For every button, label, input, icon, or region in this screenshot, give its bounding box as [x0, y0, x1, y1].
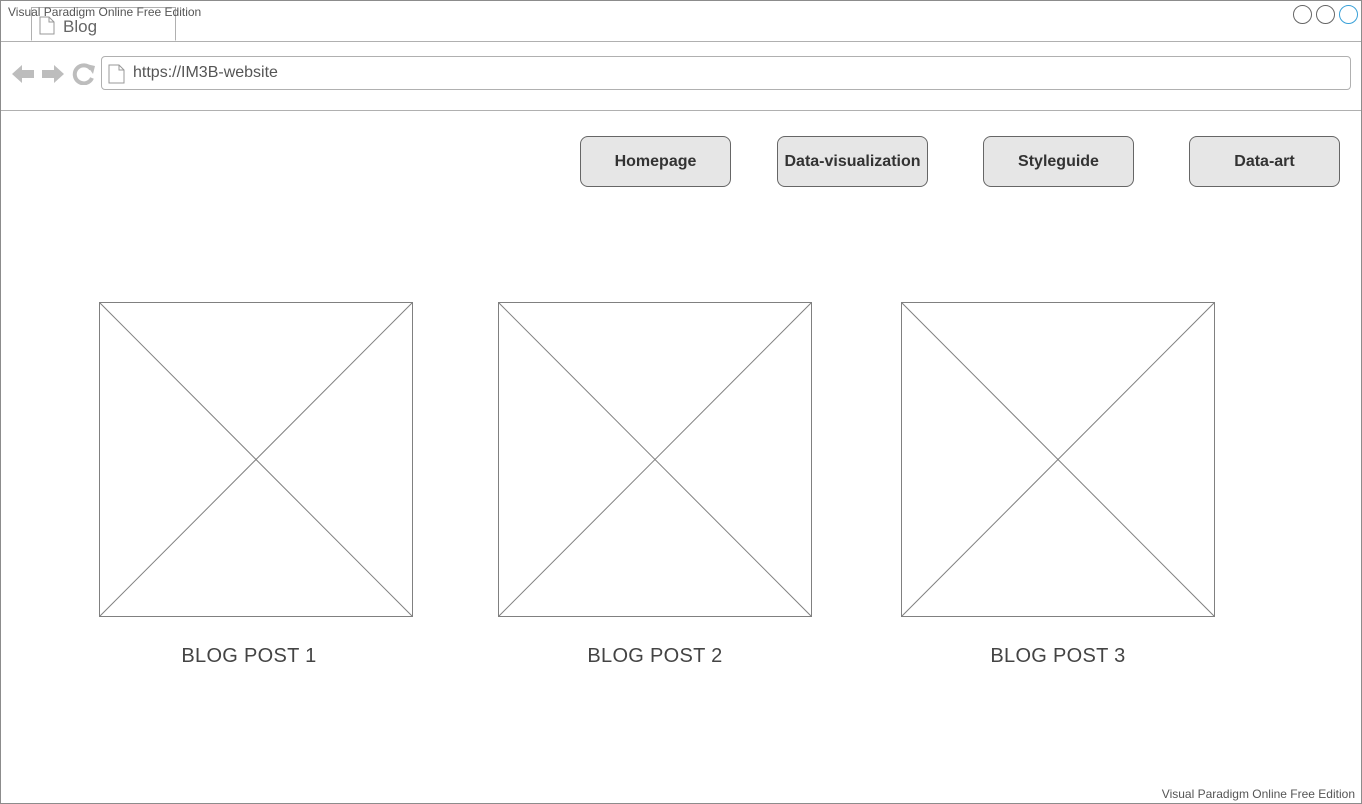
page-icon [108, 64, 125, 84]
browser-toolbar: https://IM3B-website [1, 42, 1361, 111]
image-placeholder-icon [901, 302, 1215, 617]
blog-post-title[interactable]: BLOG POST 2 [505, 645, 805, 668]
blog-post-card-2[interactable]: BLOG POST 2 [498, 302, 812, 667]
back-arrow-icon[interactable] [11, 63, 35, 85]
blog-post-title[interactable]: BLOG POST 1 [99, 645, 399, 668]
watermark-top: Visual Paradigm Online Free Edition [8, 5, 202, 19]
blog-post-card-1[interactable]: BLOG POST 1 [99, 302, 413, 667]
address-bar[interactable]: https://IM3B-website [101, 56, 1351, 90]
nav-button-styleguide[interactable]: Styleguide [983, 136, 1134, 187]
minimize-control-icon[interactable] [1293, 5, 1312, 24]
image-placeholder-icon [498, 302, 812, 617]
close-control-icon[interactable] [1339, 5, 1358, 24]
image-placeholder-icon [99, 302, 413, 617]
nav-button-homepage[interactable]: Homepage [580, 136, 731, 187]
blog-post-card-3[interactable]: BLOG POST 3 [901, 302, 1215, 667]
watermark-bottom: Visual Paradigm Online Free Edition [1161, 787, 1355, 801]
nav-button-data-art[interactable]: Data-art [1189, 136, 1340, 187]
blog-post-title[interactable]: BLOG POST 3 [908, 645, 1208, 668]
window-controls [1293, 5, 1358, 24]
maximize-control-icon[interactable] [1316, 5, 1335, 24]
refresh-icon[interactable] [72, 63, 96, 85]
nav-button-data-visualization[interactable]: Data-visualization [777, 136, 928, 187]
tab-label: Blog [63, 17, 98, 36]
tab-bar: Blog [1, 1, 1361, 42]
url-text: https://IM3B-website [133, 64, 278, 81]
wireframe-window: Blog Visual Paradigm Online Free Edition… [0, 0, 1362, 804]
forward-arrow-icon[interactable] [41, 63, 65, 85]
